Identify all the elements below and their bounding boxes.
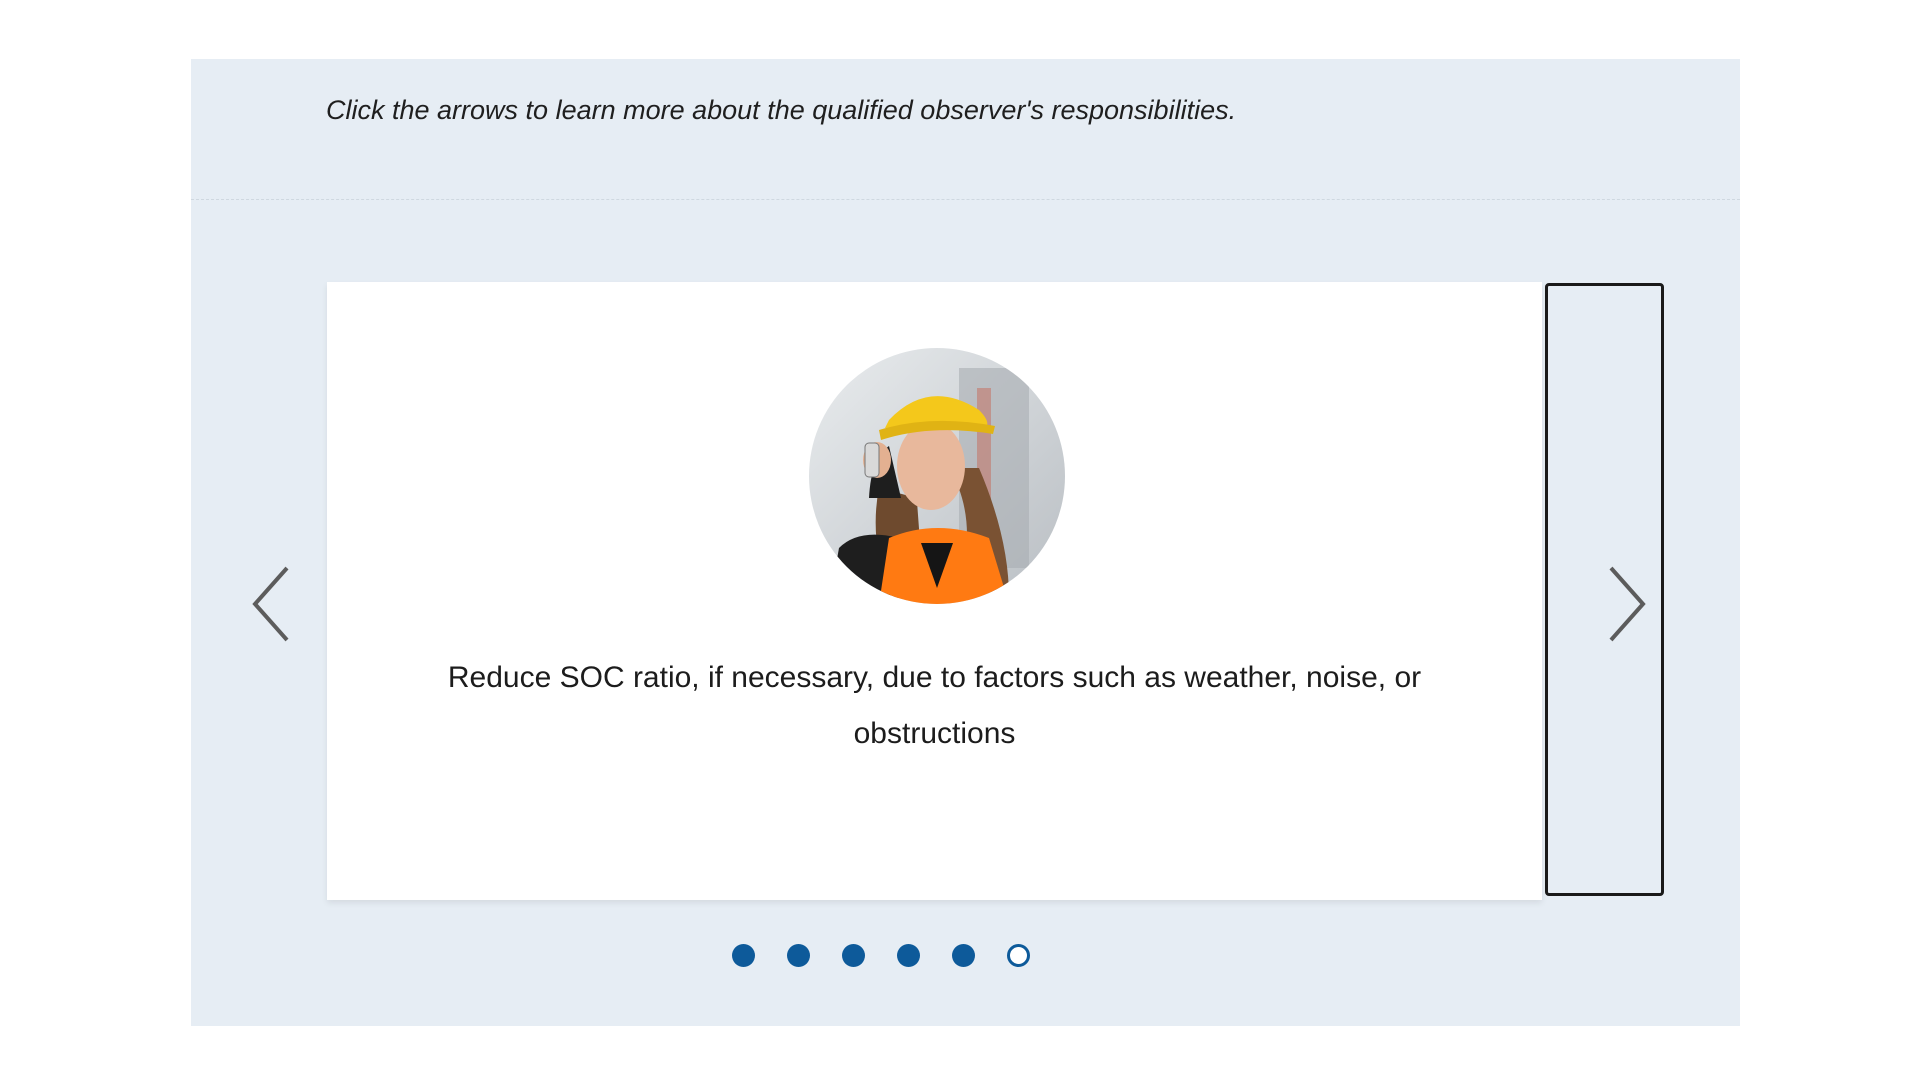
pagination-dot[interactable] bbox=[786, 944, 810, 967]
pagination-dot[interactable] bbox=[896, 944, 920, 967]
next-slide-preview[interactable] bbox=[1545, 283, 1664, 896]
carousel-panel: Click the arrows to learn more about the… bbox=[191, 59, 1740, 1026]
instruction-text: Click the arrows to learn more about the… bbox=[326, 95, 1237, 125]
slide-card: Reduce SOC ratio, if necessary, due to f… bbox=[327, 282, 1542, 900]
pagination-dot[interactable] bbox=[731, 944, 755, 967]
worker-photo bbox=[809, 348, 1065, 604]
previous-slide-button[interactable] bbox=[236, 549, 306, 659]
pagination-dot[interactable] bbox=[951, 944, 975, 967]
divider bbox=[191, 199, 1740, 200]
chevron-left-icon bbox=[252, 566, 289, 642]
slide-text: Reduce SOC ratio, if necessary, due to f… bbox=[447, 661, 1422, 750]
pagination-dots bbox=[191, 944, 1740, 967]
pagination-dot[interactable] bbox=[841, 944, 865, 967]
pagination-dot-current[interactable] bbox=[1006, 944, 1030, 967]
